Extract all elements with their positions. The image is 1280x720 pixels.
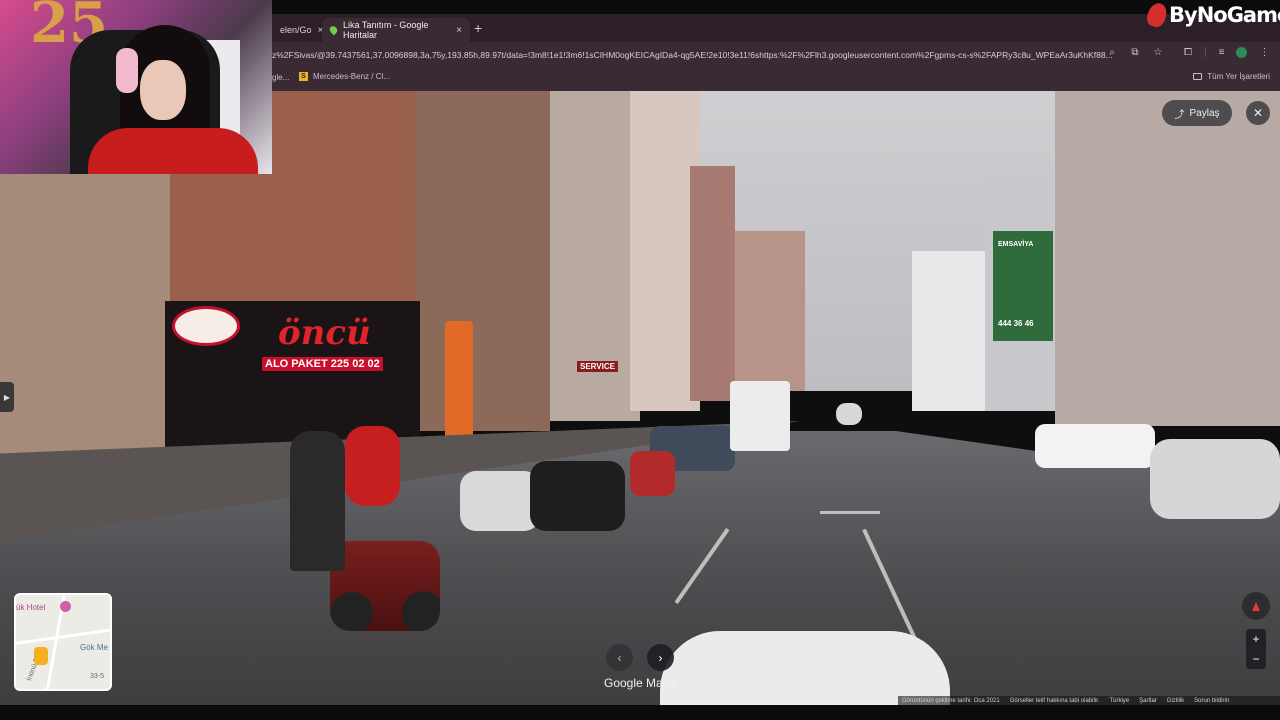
streamer-face bbox=[140, 60, 186, 120]
parked-car-right bbox=[1150, 439, 1280, 519]
bookmark-star-icon[interactable]: ☆ bbox=[1153, 47, 1163, 58]
browser-window-chrome: elen/Go × Lika Tanıtım - Google Haritala… bbox=[272, 14, 1280, 91]
previous-image-button[interactable]: ‹ bbox=[606, 644, 633, 671]
foreground-car-hood bbox=[660, 631, 950, 705]
motorcycle bbox=[530, 461, 625, 531]
motorcycle bbox=[460, 471, 540, 531]
building-right-1 bbox=[912, 251, 992, 411]
footer-terms[interactable]: Şartlar bbox=[1139, 698, 1157, 704]
motorcycle bbox=[330, 541, 440, 631]
minimap-road-number: 33-5 bbox=[90, 673, 105, 680]
new-tab-button[interactable]: + bbox=[474, 20, 482, 36]
billboard-brand: EMSAVİYA bbox=[998, 241, 1034, 248]
logo-google: Google bbox=[604, 676, 643, 690]
pegman-icon bbox=[34, 647, 48, 665]
truck bbox=[730, 381, 790, 451]
capture-date: Görüntünün çekilme tarihi: Oca 2021 bbox=[902, 698, 1000, 704]
maps-pin-icon bbox=[328, 24, 339, 36]
media-icon[interactable]: ≡ bbox=[1219, 47, 1225, 58]
building-right-3 bbox=[1055, 91, 1280, 426]
tab-bar: elen/Go × Lika Tanıtım - Google Haritala… bbox=[272, 14, 1280, 42]
profile-avatar[interactable] bbox=[1236, 47, 1248, 58]
logo-maps: Maps bbox=[646, 676, 676, 690]
building-left-3 bbox=[415, 91, 550, 431]
shop-logo bbox=[172, 306, 240, 346]
footer-region[interactable]: Türkiye bbox=[1109, 698, 1129, 704]
url-text: z%2FSivas/@39.7437561,37.0096898,3a,75y,… bbox=[272, 50, 1113, 60]
folder-icon bbox=[1193, 73, 1203, 80]
extensions-icon[interactable]: ⧠ bbox=[1184, 47, 1192, 58]
webcam-overlay: 25 bbox=[0, 0, 272, 174]
minimap[interactable]: ük Hotel Gök Me İnönü Bulv. 33-5 bbox=[14, 593, 112, 691]
toolbar-extensions: ⧠ | ≡ ⋮ bbox=[1184, 47, 1269, 58]
address-bar[interactable]: z%2FSivas/@39.7437561,37.0096898,3a,75y,… bbox=[272, 44, 1122, 66]
building-left-6 bbox=[690, 166, 735, 401]
tab-google-maps[interactable]: Lika Tanıtım - Google Haritalar × bbox=[322, 18, 470, 42]
footer-privacy[interactable]: Gizlilik bbox=[1167, 698, 1184, 704]
close-tab-icon[interactable]: × bbox=[456, 25, 462, 36]
building-left-7 bbox=[735, 231, 805, 391]
tab-previous[interactable]: elen/Go × bbox=[272, 18, 323, 42]
bookmark-item-mercedes[interactable]: S Mercedes-Benz / Cl... bbox=[299, 72, 390, 81]
bookmark-favicon: S bbox=[299, 72, 308, 81]
compass-needle-icon bbox=[1252, 601, 1260, 611]
bookmark-label: Mercedes-Benz / Cl... bbox=[313, 72, 390, 81]
billboard-number: 444 36 46 bbox=[998, 319, 1034, 328]
zoom-icon[interactable]: ⌕ bbox=[1107, 47, 1117, 58]
address-bar-actions: ⌕ ⧉ ☆ bbox=[1107, 47, 1163, 58]
all-bookmarks-label: Tüm Yer İşaretleri bbox=[1207, 72, 1270, 81]
zoom-control: + − bbox=[1246, 629, 1266, 669]
share-button[interactable]: ⤴ Paylaş bbox=[1162, 100, 1232, 126]
lane-marking bbox=[820, 511, 880, 514]
pedestrian bbox=[290, 431, 345, 571]
bottom-letterbox bbox=[0, 705, 1280, 720]
minimap-place-label: Gök Me bbox=[80, 643, 109, 652]
share-label: Paylaş bbox=[1189, 107, 1220, 119]
service-sign: SERVICE bbox=[577, 361, 618, 372]
bynogame-logo-icon bbox=[1144, 0, 1170, 30]
more-menu-icon[interactable]: ⋮ bbox=[1259, 47, 1269, 58]
all-bookmarks[interactable]: Tüm Yer İşaretleri bbox=[1193, 72, 1270, 81]
shop-name: öncü bbox=[278, 313, 371, 353]
close-street-view-button[interactable]: ✕ bbox=[1246, 101, 1270, 125]
police-car bbox=[1035, 424, 1155, 468]
shop-phone: ALO PAKET 225 02 02 bbox=[262, 357, 383, 371]
bookmarks-bar: gle... S Mercedes-Benz / Cl... Tüm Yer İ… bbox=[272, 70, 1280, 88]
google-maps-logo: Google Maps bbox=[604, 676, 675, 690]
screen: EMSAVİYA 444 36 46 öncü ALO PAKET 225 02… bbox=[0, 0, 1280, 720]
oncoming-car bbox=[836, 403, 862, 425]
street-view-panorama[interactable]: EMSAVİYA 444 36 46 öncü ALO PAKET 225 02… bbox=[0, 91, 1280, 705]
zoom-out-button[interactable]: − bbox=[1252, 652, 1259, 666]
tab-label: elen/Go bbox=[280, 25, 312, 35]
next-image-button[interactable]: › bbox=[647, 644, 674, 671]
minimap-hotel-label: ük Hotel bbox=[16, 603, 46, 612]
copyright-note: Görseller telif hakkına tabi olabilir. bbox=[1009, 698, 1100, 704]
menu-divider: | bbox=[1204, 47, 1207, 58]
streamer-shirt bbox=[88, 128, 258, 174]
expand-side-panel-button[interactable]: ▶ bbox=[0, 382, 14, 412]
tab-label: Lika Tanıtım - Google Haritalar bbox=[343, 20, 429, 40]
compass-button[interactable] bbox=[1242, 592, 1270, 620]
channel-watermark: ByNoGame bbox=[1144, 0, 1280, 30]
share-icon: ⤴ bbox=[1174, 109, 1185, 121]
watermark-text: ByNoGame bbox=[1169, 3, 1280, 27]
zoom-in-button[interactable]: + bbox=[1252, 632, 1259, 646]
headset-icon bbox=[116, 48, 138, 93]
motorcycle bbox=[630, 451, 675, 496]
open-in-app-icon[interactable]: ⧉ bbox=[1130, 47, 1140, 58]
pedestrian bbox=[345, 426, 400, 506]
hotel-icon bbox=[60, 601, 71, 612]
bookmark-item[interactable]: gle... bbox=[272, 73, 289, 82]
footer-report[interactable]: Sorun bildirin bbox=[1194, 698, 1229, 704]
